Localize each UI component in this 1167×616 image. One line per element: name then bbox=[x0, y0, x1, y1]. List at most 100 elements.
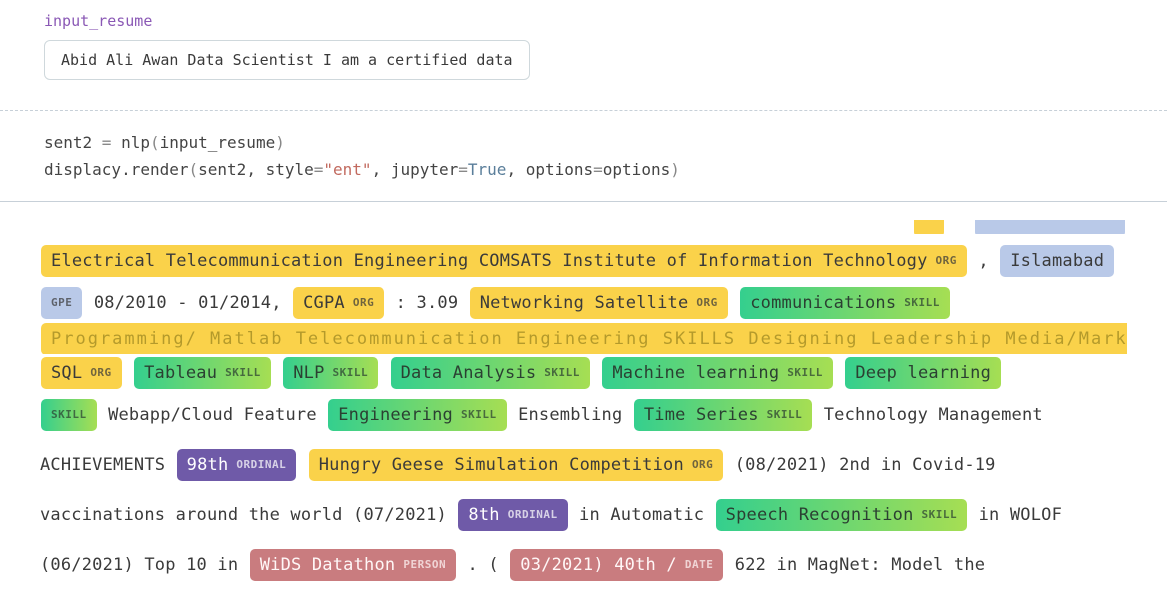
ent-text: Islamabad bbox=[1010, 251, 1104, 271]
ent-label: ORDINAL bbox=[508, 508, 558, 521]
ent-label: GPE bbox=[51, 296, 72, 309]
code-token: True bbox=[468, 160, 507, 179]
code-token: displacy.render bbox=[44, 160, 189, 179]
ent-label: SKILL bbox=[544, 366, 580, 379]
ent-text: Time Series bbox=[644, 405, 759, 425]
ent-skill: Data Analysis SKILL bbox=[391, 357, 590, 389]
ent-skill: Time Series SKILL bbox=[634, 399, 812, 431]
code-token: , bbox=[246, 160, 265, 179]
ent-org: CGPA ORG bbox=[293, 287, 384, 319]
ent-gpe: Islamabad bbox=[1000, 245, 1114, 277]
ent-label: DATE bbox=[685, 558, 714, 571]
output-variable-name: input_resume bbox=[44, 12, 1123, 30]
ent-text: WiDS Datathon bbox=[260, 555, 396, 575]
ent-text: Hungry Geese Simulation Competition bbox=[319, 455, 684, 475]
text: , bbox=[978, 251, 999, 271]
ent-skill: SKILL bbox=[41, 399, 97, 431]
ent-text: Data Analysis bbox=[401, 363, 537, 383]
ent-skill: Engineering SKILL bbox=[328, 399, 506, 431]
ent-org-truncated: Programming/ Matlab Telecommunication En… bbox=[41, 323, 1127, 354]
code-token: sent2 bbox=[198, 160, 246, 179]
code-token: = bbox=[593, 160, 603, 179]
text: in WOLOF bbox=[979, 505, 1062, 525]
text: Technology Management bbox=[824, 405, 1043, 425]
text: Ensembling bbox=[518, 405, 633, 425]
ent-text: 8th bbox=[468, 505, 499, 525]
ent-person: WiDS Datathon PERSON bbox=[250, 549, 456, 581]
text: : 3.09 bbox=[396, 293, 469, 313]
ent-text: Engineering bbox=[338, 405, 453, 425]
ent-org: Networking Satellite ORG bbox=[470, 287, 728, 319]
ent-label: PERSON bbox=[403, 558, 446, 571]
text: (08/2021) 2nd in Covid-19 bbox=[735, 455, 996, 475]
ent-label: SKILL bbox=[461, 408, 497, 421]
ent-org bbox=[914, 220, 944, 234]
ent-label: ORG bbox=[90, 366, 111, 379]
ent-skill: Tableau SKILL bbox=[134, 357, 271, 389]
ent-org: Hungry Geese Simulation Competition ORG bbox=[309, 449, 724, 481]
code-token: ( bbox=[150, 133, 160, 152]
ent-label: ORG bbox=[696, 296, 717, 309]
ent-label: ORG bbox=[353, 296, 374, 309]
ent-text: 03/2021) 40th / bbox=[520, 555, 677, 575]
ent-text: NLP bbox=[293, 363, 324, 383]
ent-gpe bbox=[975, 220, 1125, 234]
ent-skill: Machine learningSKILL bbox=[602, 357, 833, 389]
code-token: ) bbox=[670, 160, 680, 179]
ent-date: 03/2021) 40th / DATE bbox=[510, 549, 723, 581]
ent-text: Tableau bbox=[144, 363, 217, 383]
ent-text: Speech Recognition bbox=[726, 505, 914, 525]
code-token: , bbox=[372, 160, 391, 179]
ent-label: ORG bbox=[692, 458, 713, 471]
text: 622 in MagNet: Model the bbox=[735, 555, 985, 575]
ent-text: Programming/ Matlab Telecommunication En… bbox=[51, 329, 1127, 349]
code-cell[interactable]: sent2 = nlp(input_resume) displacy.rende… bbox=[0, 111, 1167, 201]
ent-text: CGPA bbox=[303, 293, 345, 313]
code-token: nlp bbox=[111, 133, 150, 152]
ent-skill: NLP SKILL bbox=[283, 357, 378, 389]
ent-org: Electrical Telecommunication Engineering… bbox=[41, 245, 967, 277]
ent-text: Deep learning bbox=[855, 363, 991, 383]
text: Webapp/Cloud Feature bbox=[108, 405, 327, 425]
code-token: = bbox=[314, 160, 324, 179]
ent-ordinal: 98thORDINAL bbox=[177, 449, 297, 481]
code-token: = bbox=[458, 160, 468, 179]
ent-text: Electrical Telecommunication Engineering… bbox=[51, 251, 928, 271]
code-token: ( bbox=[189, 160, 199, 179]
ent-ordinal: 8th ORDINAL bbox=[458, 499, 567, 531]
code-token: , bbox=[506, 160, 525, 179]
ent-org: SQL ORG bbox=[41, 357, 122, 389]
ent-skill: communications SKILL bbox=[740, 287, 950, 319]
ent-label: ORG bbox=[936, 254, 957, 267]
displacy-output: Electrical Telecommunication Engineering… bbox=[0, 202, 1167, 616]
ent-gpe: GPE bbox=[41, 287, 82, 319]
code-token: = bbox=[102, 133, 112, 152]
code-token: options bbox=[526, 160, 593, 179]
code-token: style bbox=[266, 160, 314, 179]
ent-label: SKILL bbox=[51, 408, 87, 421]
code-token: jupyter bbox=[391, 160, 458, 179]
ent-label: SKILL bbox=[922, 508, 958, 521]
ent-text: Networking Satellite bbox=[480, 293, 689, 313]
text: vaccinations around the world (07/2021) bbox=[40, 505, 457, 525]
ent-label: SKILL bbox=[767, 408, 803, 421]
text: 08/2010 - 01/2014, bbox=[94, 293, 292, 313]
ent-text: Machine learning bbox=[612, 363, 779, 383]
text: ACHIEVEMENTS bbox=[40, 455, 176, 475]
ent-label: SKILL bbox=[333, 366, 369, 379]
code-token: input_resume bbox=[160, 133, 276, 152]
ent-label: SKILL bbox=[225, 366, 261, 379]
ent-text: communications bbox=[750, 293, 896, 313]
code-token: sent2 bbox=[44, 133, 102, 152]
input-value-box[interactable]: Abid Ali Awan Data Scientist I am a cert… bbox=[44, 40, 530, 80]
text: in Automatic bbox=[579, 505, 715, 525]
ent-label: SKILL bbox=[904, 296, 940, 309]
ent-skill: Deep learning bbox=[845, 357, 1001, 389]
code-token: "ent" bbox=[323, 160, 371, 179]
ent-label: ORDINAL bbox=[236, 458, 286, 471]
ent-text: SQL bbox=[51, 363, 82, 383]
code-token: ) bbox=[275, 133, 285, 152]
code-token: options bbox=[603, 160, 670, 179]
text: . ( bbox=[468, 555, 510, 575]
ent-skill: Speech Recognition SKILL bbox=[716, 499, 967, 531]
